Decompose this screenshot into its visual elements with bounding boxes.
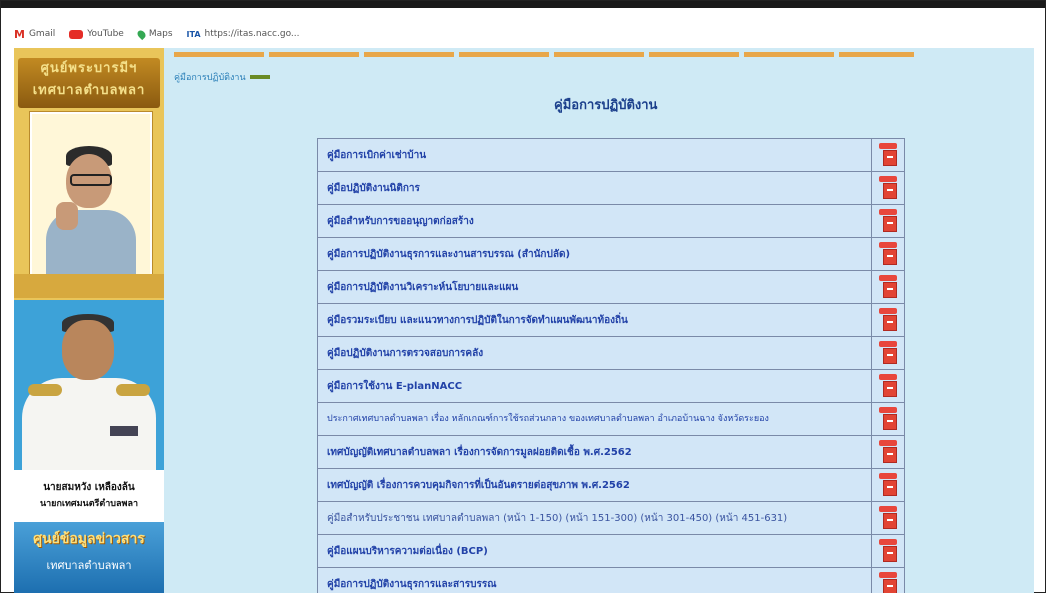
pdf-icon	[879, 341, 897, 365]
document-link[interactable]: คู่มือสำหรับการขออนุญาตก่อสร้าง	[318, 205, 872, 237]
document-link[interactable]: คู่มือการปฏิบัติงานวิเคราะห์นโยบายและแผน	[318, 271, 872, 303]
sidebar-divider	[14, 274, 164, 298]
bookmark-youtube[interactable]: YouTube	[69, 29, 124, 39]
documents-table: คู่มือการเบิกค่าเช่าบ้าน คู่มือปฏิบัติงาน…	[317, 138, 905, 593]
page-content: ศูนย์พระบารมีฯ เทศบาลตำบลพลา นายสมหวัง เ…	[14, 48, 1034, 593]
pdf-icon	[879, 506, 897, 530]
pdf-download-button[interactable]	[872, 271, 904, 303]
mayor-portrait-image	[14, 300, 164, 470]
breadcrumb-label: คู่มือการปฏิบัติงาน	[174, 73, 246, 83]
document-link[interactable]: คู่มือการใช้งาน E-planNACC	[318, 370, 872, 402]
table-row: คู่มือแผนบริหารความต่อเนื่อง (BCP)	[318, 534, 904, 567]
pdf-icon	[879, 440, 897, 464]
pdf-download-button[interactable]	[872, 205, 904, 237]
ita-icon: ITA	[186, 29, 201, 39]
bookmark-label: Maps	[148, 29, 173, 39]
bookmark-gmail[interactable]: M Gmail	[14, 28, 55, 41]
pdf-download-button[interactable]	[872, 139, 904, 171]
document-link[interactable]: คู่มือสำหรับประชาชน เทศบาลตำบลพลา (หน้า …	[318, 502, 872, 534]
sidebar-banner-top[interactable]: ศูนย์พระบารมีฯ เทศบาลตำบลพลา	[18, 58, 160, 108]
table-row: คู่มือการปฏิบัติงานธุรการและงานสารบรรณ (…	[318, 237, 904, 270]
pdf-icon	[879, 209, 897, 233]
table-row: ประกาศเทศบาลตำบลพลา เรื่อง หลักเกณฑ์การใ…	[318, 402, 904, 435]
breadcrumb-marker	[249, 75, 270, 79]
document-link[interactable]: คู่มือรวมระเบียบ และแนวทางการปฏิบัติในกา…	[318, 304, 872, 336]
table-row: คู่มือรวมระเบียบ และแนวทางการปฏิบัติในกา…	[318, 303, 904, 336]
table-row: เทศบัญญัติ เรื่องการควบคุมกิจการที่เป็นอ…	[318, 468, 904, 501]
info-center-banner[interactable]: ศูนย์ข้อมูลข่าวสาร เทศบาลตำบลพลา	[14, 522, 164, 593]
document-link[interactable]: คู่มือปฏิบัติงานการตรวจสอบการคลัง	[318, 337, 872, 369]
pdf-download-button[interactable]	[872, 337, 904, 369]
table-row: คู่มือการปฏิบัติงานธุรการและสารบรรณ	[318, 567, 904, 593]
table-row: เทศบัญญัติเทศบาลตำบลพลา เรื่องการจัดการม…	[318, 435, 904, 468]
pdf-icon	[879, 473, 897, 497]
gmail-icon: M	[14, 27, 25, 41]
pdf-download-button[interactable]	[872, 370, 904, 402]
document-link[interactable]: คู่มือการปฏิบัติงานธุรการและงานสารบรรณ (…	[318, 238, 872, 270]
bookmarks-bar: M Gmail YouTube Maps ITA https://itas.na…	[14, 26, 314, 42]
document-link[interactable]: คู่มือแผนบริหารความต่อเนื่อง (BCP)	[318, 535, 872, 567]
maps-icon	[135, 28, 147, 40]
document-link[interactable]: ประกาศเทศบาลตำบลพลา เรื่อง หลักเกณฑ์การใ…	[318, 403, 872, 435]
pdf-download-button[interactable]	[872, 436, 904, 468]
bookmark-label: https://itas.nacc.go...	[204, 29, 300, 39]
document-link[interactable]: คู่มือการปฏิบัติงานธุรการและสารบรรณ	[318, 568, 872, 593]
banner-top-line2: เทศบาลตำบลพลา	[32, 83, 146, 98]
info-center-subtitle: เทศบาลตำบลพลา	[46, 559, 132, 572]
document-link[interactable]: เทศบัญญัติเทศบาลตำบลพลา เรื่องการจัดการม…	[318, 436, 872, 468]
bookmark-ita[interactable]: ITA https://itas.nacc.go...	[187, 29, 300, 39]
bookmark-maps[interactable]: Maps	[135, 28, 173, 40]
pdf-download-button[interactable]	[872, 172, 904, 204]
pdf-icon	[879, 308, 897, 332]
pdf-download-button[interactable]	[872, 403, 904, 435]
pdf-icon	[879, 572, 897, 593]
king-portrait-image	[30, 112, 152, 276]
table-row: คู่มือปฏิบัติงานการตรวจสอบการคลัง	[318, 336, 904, 369]
pdf-icon	[879, 539, 897, 563]
breadcrumb[interactable]: คู่มือการปฏิบัติงาน	[174, 70, 270, 84]
bookmark-label: Gmail	[28, 29, 56, 39]
window-top-edge	[1, 1, 1045, 8]
document-link[interactable]: คู่มือการเบิกค่าเช่าบ้าน	[318, 139, 872, 171]
pdf-icon	[879, 275, 897, 299]
top-nav-strip	[174, 52, 914, 57]
pdf-download-button[interactable]	[872, 238, 904, 270]
pdf-icon	[879, 407, 897, 431]
pdf-download-button[interactable]	[872, 502, 904, 534]
table-row: คู่มือการเบิกค่าเช่าบ้าน	[318, 139, 904, 171]
table-row: คู่มือการปฏิบัติงานวิเคราะห์นโยบายและแผน	[318, 270, 904, 303]
table-row: คู่มือสำหรับประชาชน เทศบาลตำบลพลา (หน้า …	[318, 501, 904, 534]
pdf-download-button[interactable]	[872, 304, 904, 336]
document-link[interactable]: คู่มือปฏิบัติงานนิติการ	[318, 172, 872, 204]
pdf-icon	[879, 242, 897, 266]
mayor-name-box: นายสมหวัง เหลืองล้น นายกเทศมนตรีตำบลพลา	[14, 470, 164, 522]
youtube-icon	[69, 29, 84, 39]
pdf-icon	[879, 374, 897, 398]
mayor-name: นายสมหวัง เหลืองล้น	[43, 482, 135, 493]
pdf-download-button[interactable]	[872, 469, 904, 501]
info-center-title: ศูนย์ข้อมูลข่าวสาร	[33, 531, 145, 547]
pdf-icon	[879, 143, 897, 167]
pdf-download-button[interactable]	[872, 568, 904, 593]
pdf-icon	[879, 176, 897, 200]
document-link[interactable]: เทศบัญญัติ เรื่องการควบคุมกิจการที่เป็นอ…	[318, 469, 872, 501]
table-row: คู่มือการใช้งาน E-planNACC	[318, 369, 904, 402]
table-row: คู่มือสำหรับการขออนุญาตก่อสร้าง	[318, 204, 904, 237]
banner-top-line1: ศูนย์พระบารมีฯ	[40, 61, 138, 76]
page-title: คู่มือการปฏิบัติงาน	[554, 98, 658, 113]
mayor-title: นายกเทศมนตรีตำบลพลา	[39, 499, 139, 509]
left-sidebar: ศูนย์พระบารมีฯ เทศบาลตำบลพลา นายสมหวัง เ…	[14, 48, 164, 593]
pdf-download-button[interactable]	[872, 535, 904, 567]
table-row: คู่มือปฏิบัติงานนิติการ	[318, 171, 904, 204]
bookmark-label: YouTube	[87, 29, 124, 39]
